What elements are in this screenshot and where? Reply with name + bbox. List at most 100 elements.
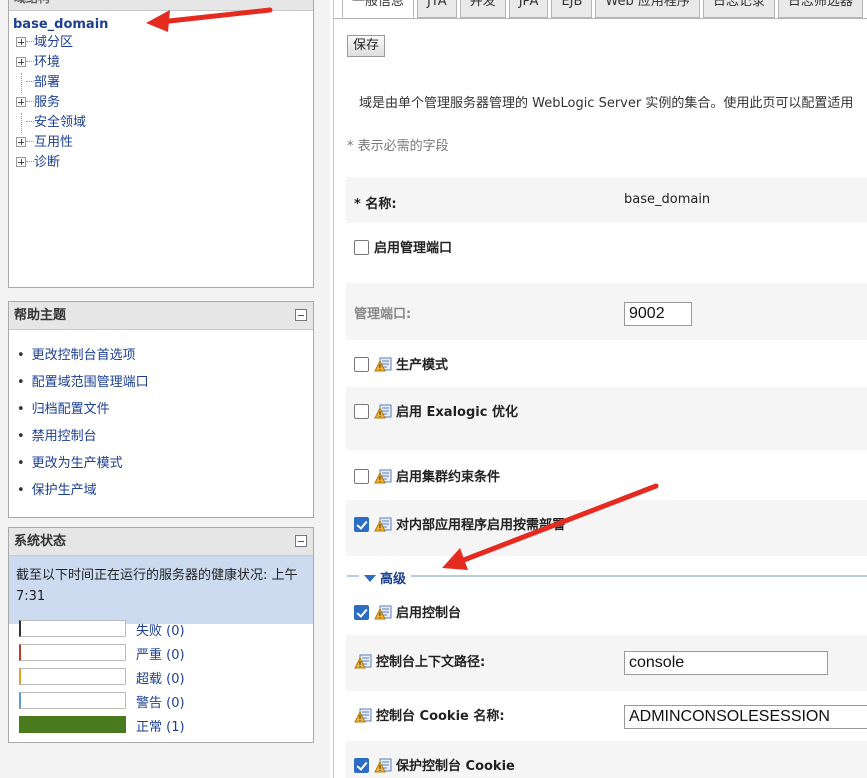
tab-web-apps[interactable]: Web 应用程序 bbox=[595, 0, 700, 18]
restart-required-icon bbox=[354, 654, 372, 669]
left-column: 域结构 base_domain 域分区 环境 部署 服务 安全领域 互用性 诊断… bbox=[0, 0, 330, 778]
status-bar bbox=[19, 620, 126, 637]
help-topics-panel: 帮助主题 更改控制台首选项 配置域范围管理端口 归档配置文件 禁用控制台 更改为… bbox=[8, 301, 314, 518]
advanced-divider bbox=[347, 575, 867, 577]
cluster-constraints-label: 启用集群约束条件 bbox=[396, 470, 501, 485]
console-context-input[interactable]: console bbox=[624, 651, 828, 675]
admin-port-input[interactable]: 9002 bbox=[624, 302, 692, 326]
production-mode-label: 生产模式 bbox=[396, 358, 449, 373]
tab-ejb[interactable]: EJB bbox=[551, 0, 593, 18]
help-link[interactable]: 更改控制台首选项 bbox=[17, 344, 313, 371]
tree-item-diagnostics[interactable]: 诊断 bbox=[16, 153, 60, 173]
restart-required-icon bbox=[374, 469, 392, 484]
tab-jta[interactable]: JTA bbox=[417, 0, 457, 18]
tree-root-base-domain[interactable]: base_domain bbox=[13, 17, 108, 32]
tab-concurrency[interactable]: 并发 bbox=[459, 0, 506, 18]
save-button[interactable]: 保存 bbox=[347, 35, 386, 57]
row-console-context: 控制台上下文路径: console bbox=[346, 635, 867, 691]
tab-log-filters[interactable]: 日志筛选器 bbox=[777, 0, 863, 18]
tab-general[interactable]: 一般信息 bbox=[342, 0, 415, 18]
domain-structure-header: 域结构 bbox=[9, 0, 313, 11]
advanced-toggle[interactable]: 高级 bbox=[359, 568, 412, 587]
restart-required-icon bbox=[374, 758, 392, 773]
row-admin-port: 管理端口: 9002 bbox=[346, 283, 867, 340]
restart-required-icon bbox=[354, 708, 372, 723]
row-exalogic: 启用 Exalogic 优化 bbox=[346, 387, 867, 450]
status-bar bbox=[19, 668, 126, 685]
enable-console-checkbox[interactable] bbox=[354, 605, 369, 620]
tree-item-partitions[interactable]: 域分区 bbox=[16, 33, 73, 53]
row-enable-console: 启用控制台 bbox=[346, 590, 867, 635]
row-protect-cookie: 保护控制台 Cookie bbox=[346, 741, 867, 778]
cluster-constraints-checkbox[interactable] bbox=[354, 469, 369, 484]
status-description: 截至以下时间正在运行的服务器的健康状况: 上午7:31 bbox=[9, 556, 313, 624]
expand-icon[interactable] bbox=[16, 57, 26, 67]
help-link[interactable]: 配置域范围管理端口 bbox=[17, 371, 313, 398]
status-bar bbox=[19, 644, 126, 661]
tree-item-security-realms[interactable]: 安全领域 bbox=[16, 113, 86, 133]
help-topics-header: 帮助主题 bbox=[9, 302, 313, 330]
status-link[interactable]: 失败 (0) bbox=[136, 620, 185, 639]
name-label: * 名称: bbox=[354, 197, 397, 212]
console-cookie-input[interactable]: ADMINCONSOLESESSION bbox=[624, 705, 867, 729]
status-row: 警告 (0) bbox=[19, 692, 219, 711]
internal-apps-label: 对内部应用程序启用按需部署 bbox=[396, 518, 566, 533]
protect-cookie-label: 保护控制台 Cookie bbox=[396, 759, 515, 774]
system-status-header: 系统状态 bbox=[9, 528, 313, 556]
status-bar bbox=[19, 692, 126, 709]
status-row: 严重 (0) bbox=[19, 644, 219, 663]
help-link[interactable]: 归档配置文件 bbox=[17, 398, 313, 425]
collapse-icon[interactable] bbox=[295, 535, 307, 547]
status-link[interactable]: 正常 (1) bbox=[136, 716, 185, 735]
restart-required-icon bbox=[374, 605, 392, 620]
enable-console-label: 启用控制台 bbox=[396, 606, 462, 621]
help-link[interactable]: 更改为生产模式 bbox=[17, 452, 313, 479]
internal-apps-checkbox[interactable] bbox=[354, 517, 369, 532]
row-internal-apps: 对内部应用程序启用按需部署 bbox=[346, 500, 867, 556]
name-value: base_domain bbox=[624, 192, 711, 207]
enable-admin-port-label: 启用管理端口 bbox=[374, 241, 453, 256]
collapse-icon[interactable] bbox=[295, 309, 307, 321]
production-mode-checkbox[interactable] bbox=[354, 357, 369, 372]
status-link[interactable]: 超载 (0) bbox=[136, 668, 185, 687]
enable-admin-port-checkbox[interactable] bbox=[354, 240, 369, 255]
status-row: 正常 (1) bbox=[19, 716, 219, 735]
tree-item-services[interactable]: 服务 bbox=[16, 93, 60, 113]
tab-logging[interactable]: 日志记录 bbox=[702, 0, 775, 18]
expand-icon[interactable] bbox=[16, 137, 26, 147]
restart-required-icon bbox=[374, 404, 392, 419]
console-cookie-label: 控制台 Cookie 名称: bbox=[376, 709, 505, 724]
system-status-panel: 系统状态 截至以下时间正在运行的服务器的健康状况: 上午7:31 失败 (0) 严… bbox=[8, 527, 314, 743]
status-link[interactable]: 严重 (0) bbox=[136, 644, 185, 663]
status-bar bbox=[19, 716, 126, 733]
row-production-mode: 生产模式 bbox=[346, 340, 867, 387]
tab-jpa[interactable]: JPA bbox=[508, 0, 549, 18]
console-context-label: 控制台上下文路径: bbox=[376, 655, 486, 670]
tree-item-deployments[interactable]: 部署 bbox=[16, 73, 60, 93]
expand-icon[interactable] bbox=[16, 157, 26, 167]
tree-item-interoperability[interactable]: 互用性 bbox=[16, 133, 73, 153]
required-fields-note: * 表示必需的字段 bbox=[347, 139, 449, 154]
triangle-down-icon bbox=[364, 575, 376, 582]
help-links-list: 更改控制台首选项 配置域范围管理端口 归档配置文件 禁用控制台 更改为生产模式 … bbox=[9, 330, 313, 506]
main-content: 一般信息 JTA 并发 JPA EJB Web 应用程序 日志记录 日志筛选器 保存 域是由单… bbox=[333, 0, 867, 778]
protect-cookie-checkbox[interactable] bbox=[354, 758, 369, 773]
exalogic-checkbox[interactable] bbox=[354, 404, 369, 419]
exalogic-label: 启用 Exalogic 优化 bbox=[396, 405, 518, 420]
row-cluster-constraints: 启用集群约束条件 bbox=[346, 450, 867, 500]
domain-structure-panel: 域结构 base_domain 域分区 环境 部署 服务 安全领域 互用性 诊断 bbox=[8, 0, 314, 288]
tab-bar: 一般信息 JTA 并发 JPA EJB Web 应用程序 日志记录 日志筛选器 bbox=[342, 0, 866, 18]
status-link[interactable]: 警告 (0) bbox=[136, 692, 185, 711]
restart-required-icon bbox=[374, 357, 392, 372]
expand-icon[interactable] bbox=[16, 97, 26, 107]
help-link[interactable]: 禁用控制台 bbox=[17, 425, 313, 452]
row-console-cookie: 控制台 Cookie 名称: ADMINCONSOLESESSION bbox=[346, 691, 867, 741]
admin-port-label: 管理端口: bbox=[354, 307, 412, 322]
expand-icon[interactable] bbox=[16, 37, 26, 47]
help-link[interactable]: 保护生产域 bbox=[17, 479, 313, 506]
status-row: 超载 (0) bbox=[19, 668, 219, 687]
page-description: 域是由单个管理服务器管理的 WebLogic Server 实例的集合。使用此页… bbox=[359, 96, 854, 111]
row-enable-admin-port: 启用管理端口 bbox=[346, 223, 867, 283]
tree-item-environment[interactable]: 环境 bbox=[16, 53, 60, 73]
status-row: 失败 (0) bbox=[19, 620, 219, 639]
